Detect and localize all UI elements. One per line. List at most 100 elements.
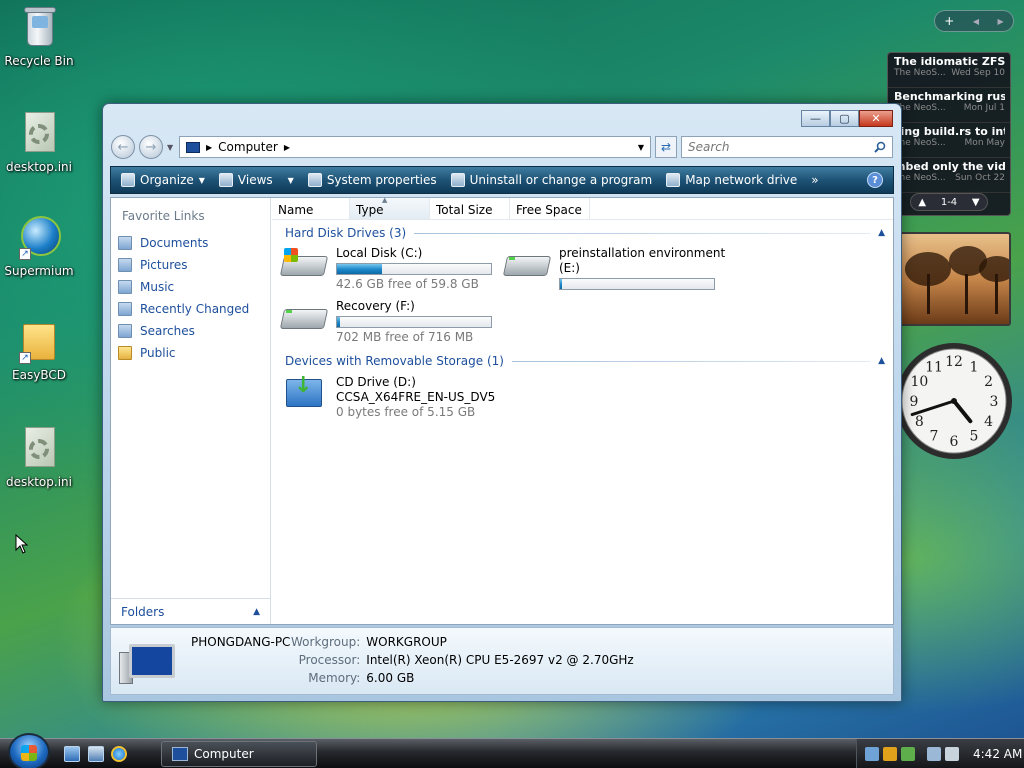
start-button[interactable] [8, 733, 50, 768]
network-status-icon[interactable] [865, 747, 879, 761]
feed-item[interactable]: The idiomatic ZFS on... The NeoS... Wed S… [888, 53, 1010, 88]
drive-d[interactable]: ↓ CD Drive (D:) CCSA_X64FRE_EN-US_DV5 0 … [280, 375, 495, 420]
sidebar-next-button[interactable]: ▶ [998, 17, 1004, 26]
desktop-icon-recycle-bin[interactable]: Recycle Bin [0, 4, 78, 68]
more-commands-button[interactable]: » [807, 167, 828, 193]
column-headers: Name ▲ Type Total Size Free Space [272, 196, 893, 220]
breadcrumb-computer[interactable]: Computer [218, 140, 278, 154]
column-header-total-size[interactable]: Total Size [430, 198, 510, 219]
volume-muted-icon[interactable] [945, 747, 959, 761]
sidebar-prev-button[interactable]: ◀ [973, 17, 979, 26]
feed-item-date: Wed Sep 10 [951, 68, 1005, 78]
drive-c[interactable]: Local Disk (C:) 42.6 GB free of 59.8 GB [279, 246, 492, 292]
add-gadget-button[interactable]: + [944, 14, 954, 28]
system-properties-label: System properties [326, 173, 437, 187]
close-button[interactable]: ✕ [859, 110, 893, 127]
column-header-name[interactable]: Name [272, 198, 350, 219]
nav-link-searches[interactable]: Searches [118, 320, 249, 342]
drive-name: Local Disk (C:) [336, 246, 423, 260]
breadcrumb-separator-icon[interactable]: ▶ [206, 143, 212, 152]
drive-f[interactable]: Recovery (F:) 702 MB free of 716 MB [279, 299, 492, 345]
desktop-icon-label: desktop.ini [6, 475, 72, 489]
hard-drive-icon [279, 299, 329, 333]
svg-text:10: 10 [910, 374, 928, 390]
system-properties-button[interactable]: System properties [304, 167, 447, 193]
security-shield-icon[interactable] [883, 747, 897, 761]
computer-icon [186, 141, 200, 153]
internet-explorer-icon[interactable] [111, 746, 127, 762]
ini-file-icon [19, 110, 59, 156]
file-list-pane: Name ▲ Type Total Size Free Space Hard D… [272, 196, 893, 624]
notification-area: 4:42 AM [856, 739, 1024, 768]
help-button[interactable]: ? [867, 172, 883, 188]
chevron-down-icon: ▼ [198, 175, 205, 185]
address-dropdown-icon[interactable]: ▼ [638, 143, 644, 152]
drive-free-space: 42.6 GB free of 59.8 GB [336, 277, 479, 291]
drive-e[interactable]: preinstallation environment (E:) [502, 246, 726, 292]
explorer-window: — ▢ ✕ ← → ▼ ▶ Computer ▶ ▼ ⇄ Search Orga… [102, 103, 902, 702]
nav-link-music[interactable]: Music [118, 276, 249, 298]
svg-text:1: 1 [970, 359, 979, 375]
svg-text:9: 9 [910, 394, 919, 410]
clock-gadget[interactable]: 1 2 3 4 5 6 7 8 9 10 11 12 [893, 340, 1015, 462]
taskbar-button-computer[interactable]: Computer [161, 741, 317, 767]
svg-text:11: 11 [925, 359, 943, 375]
show-desktop-icon[interactable] [64, 746, 80, 762]
navigation-pane: Favorite Links Documents Pictures Music … [111, 198, 271, 624]
map-network-drive-button[interactable]: Map network drive [662, 167, 807, 193]
windows-update-icon[interactable] [901, 747, 915, 761]
forward-button[interactable]: → [139, 135, 163, 159]
group-header-hard-disks[interactable]: Hard Disk Drives (3) ▲ [285, 224, 885, 242]
nav-link-label: Searches [140, 324, 195, 338]
column-header-free-space[interactable]: Free Space [510, 198, 590, 219]
group-header-removable[interactable]: Devices with Removable Storage (1) ▲ [285, 352, 885, 370]
nav-link-documents[interactable]: Documents [118, 232, 249, 254]
desktop-icon-label: EasyBCD [12, 368, 66, 382]
column-header-type[interactable]: ▲ Type [350, 196, 430, 219]
browser-globe-icon: ↗ [19, 214, 61, 260]
svg-text:6: 6 [950, 434, 959, 450]
taskbar-clock[interactable]: 4:42 AM [973, 747, 1022, 761]
maximize-button[interactable]: ▢ [830, 110, 859, 127]
minimize-button[interactable]: — [801, 110, 830, 127]
nav-link-public[interactable]: Public [118, 342, 249, 364]
recent-pages-dropdown[interactable]: ▼ [167, 143, 175, 152]
svg-text:2: 2 [984, 374, 993, 390]
drive-usage-fill [337, 264, 382, 274]
search-icon[interactable] [874, 141, 886, 153]
feed-item-date: Mon May [964, 138, 1005, 148]
organize-button[interactable]: Organize ▼ [117, 167, 215, 193]
desktop-icon-easybcd[interactable]: ↗ EasyBCD [0, 318, 78, 382]
drive-name: preinstallation environment [559, 246, 726, 260]
taskbar: Computer 4:42 AM [0, 733, 1024, 768]
feed-next-icon[interactable]: ▼ [972, 197, 980, 208]
switch-windows-icon[interactable] [88, 746, 104, 762]
feed-headlines-gadget: The idiomatic ZFS on... The NeoS... Wed S… [887, 52, 1011, 216]
refresh-button[interactable]: ⇄ [655, 136, 677, 158]
back-button[interactable]: ← [111, 135, 135, 159]
folders-toggle[interactable]: Folders ▲ [111, 598, 270, 624]
sort-ascending-icon: ▲ [382, 196, 388, 204]
desktop-icon-desktop-ini-1[interactable]: desktop.ini [0, 110, 78, 174]
feed-prev-icon[interactable]: ▲ [918, 197, 926, 208]
organize-icon [121, 173, 135, 187]
feed-item-title: Benchmarking rust c... [894, 90, 1005, 103]
desktop-icon-desktop-ini-2[interactable]: desktop.ini [0, 425, 78, 489]
views-button[interactable]: Views ▼ [215, 167, 304, 193]
breadcrumb-separator-icon[interactable]: ▶ [284, 143, 290, 152]
uninstall-program-button[interactable]: Uninstall or change a program [447, 167, 663, 193]
feed-item[interactable]: sing build.rs to inte... The NeoS...Mon … [888, 123, 1010, 158]
cd-drive-icon: ↓ [280, 375, 328, 409]
chevron-up-icon: ▲ [253, 606, 260, 617]
desktop-icon-supermium[interactable]: ↗ Supermium [0, 214, 78, 278]
network-icon[interactable] [927, 747, 941, 761]
feed-item[interactable]: mbed only the vide... The NeoS...Sun Oct… [888, 158, 1010, 193]
nav-link-recently-changed[interactable]: Recently Changed [118, 298, 249, 320]
refresh-icon: ⇄ [660, 140, 672, 154]
feed-item[interactable]: Benchmarking rust c... The NeoS...Mon Ju… [888, 88, 1010, 123]
slideshow-gadget[interactable] [899, 232, 1011, 326]
drive-letter: (E:) [559, 261, 580, 275]
search-input[interactable]: Search [681, 136, 893, 158]
nav-link-pictures[interactable]: Pictures [118, 254, 249, 276]
address-bar[interactable]: ▶ Computer ▶ ▼ [179, 136, 651, 158]
